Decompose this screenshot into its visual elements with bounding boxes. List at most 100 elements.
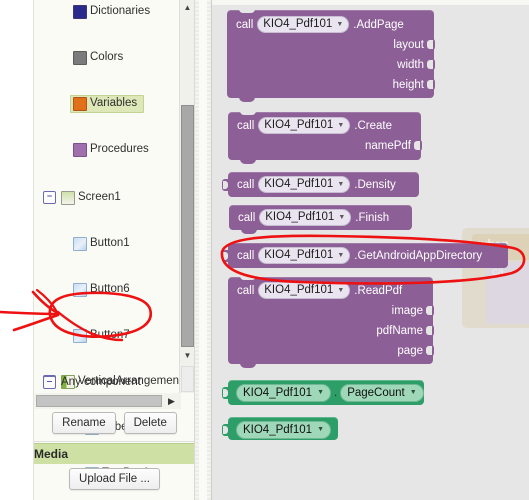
builtin-blocks-tree: Dictionaries Colors Variables Procedures… bbox=[34, 0, 189, 481]
chevron-down-icon: ▼ bbox=[338, 214, 346, 221]
chevron-down-icon: ▼ bbox=[337, 122, 345, 129]
sidebar-item-label: Variables bbox=[90, 96, 138, 109]
socket-image[interactable] bbox=[426, 304, 434, 317]
component-dropdown[interactable]: KIO4_Pdf101 ▼ bbox=[258, 176, 351, 193]
sidebar-item-colors[interactable]: Colors bbox=[34, 46, 179, 69]
components-sidebar: Dictionaries Colors Variables Procedures… bbox=[33, 0, 195, 500]
component-dropdown[interactable]: KIO4_Pdf101 ▼ bbox=[257, 16, 350, 33]
canvas-top-padding bbox=[212, 0, 529, 5]
sidebar-item-any-component[interactable]: ‒ Any component bbox=[34, 371, 179, 393]
socket-height[interactable] bbox=[427, 78, 435, 91]
block-addpage[interactable]: call KIO4_Pdf101 ▼ .AddPage layout width… bbox=[227, 9, 435, 102]
block-method-name: .Density bbox=[354, 178, 396, 191]
property-dropdown[interactable]: PageCount ▼ bbox=[340, 383, 424, 402]
sidebar-item-variables[interactable]: Variables bbox=[34, 92, 179, 115]
component-dropdown[interactable]: KIO4_Pdf101 ▼ bbox=[258, 247, 351, 264]
sidebar-vertical-scrollbar[interactable]: ▲ ▼ bbox=[179, 0, 194, 393]
chevron-down-icon: ▼ bbox=[337, 287, 345, 294]
scrollbar-corner bbox=[181, 366, 194, 392]
blocks-canvas[interactable]: when ca call KIO4_Pdf101 ▼ .AddPage layo… bbox=[211, 0, 529, 500]
rename-delete-button-row: Rename Delete bbox=[34, 408, 194, 438]
sidebar-item-dictionaries[interactable]: Dictionaries bbox=[34, 0, 179, 23]
panel-gutter-inner bbox=[199, 0, 207, 500]
component-dropdown-value: KIO4_Pdf101 bbox=[263, 18, 333, 30]
block-keyword: call bbox=[236, 18, 254, 31]
sidebar-item-label: Screen1 bbox=[78, 190, 121, 203]
left-margin-strip bbox=[0, 0, 33, 500]
block-keyword: call bbox=[237, 249, 255, 262]
block-bottom-notch bbox=[239, 97, 255, 102]
block-method-name: .ReadPdf bbox=[354, 284, 403, 297]
component-dropdown-value: KIO4_Pdf101 bbox=[264, 119, 334, 131]
socket-page[interactable] bbox=[426, 344, 434, 357]
block-keyword: call bbox=[237, 119, 255, 132]
sidebar-item-procedures[interactable]: Procedures bbox=[34, 138, 179, 161]
component-dropdown[interactable]: KIO4_Pdf101 ▼ bbox=[258, 117, 351, 134]
block-keyword: call bbox=[238, 211, 256, 224]
socket-label-page: page bbox=[397, 345, 423, 357]
expander-minus-icon[interactable]: − bbox=[43, 191, 56, 204]
block-left-plug bbox=[222, 250, 229, 262]
dictionaries-icon bbox=[73, 4, 87, 19]
block-density[interactable]: call KIO4_Pdf101 ▼ .Density bbox=[222, 172, 419, 197]
socket-label-namepdf: namePdf bbox=[364, 140, 411, 152]
block-method-name: .AddPage bbox=[353, 18, 404, 31]
screenshot-root: Dictionaries Colors Variables Procedures… bbox=[0, 0, 529, 500]
sidebar-item-button7[interactable]: Button7 bbox=[34, 324, 179, 347]
component-dropdown[interactable]: KIO4_Pdf101 ▼ bbox=[236, 420, 331, 439]
rename-button[interactable]: Rename bbox=[52, 412, 116, 434]
block-method-name: .GetAndroidAppDirectory bbox=[354, 249, 483, 262]
socket-label-height: height bbox=[392, 79, 424, 91]
sidebar-item-button1[interactable]: Button1 bbox=[34, 232, 179, 255]
block-create[interactable]: call KIO4_Pdf101 ▼ .Create namePdf bbox=[228, 111, 422, 164]
block-readpdf[interactable]: call KIO4_Pdf101 ▼ .ReadPdf image pdfNam… bbox=[228, 276, 434, 368]
expander-minus-icon[interactable]: ‒ bbox=[43, 375, 56, 389]
hscrollbar-thumb[interactable] bbox=[36, 395, 162, 407]
procedures-icon bbox=[73, 142, 87, 157]
component-dropdown-value: KIO4_Pdf101 bbox=[265, 211, 335, 223]
sidebar-item-label: Colors bbox=[90, 50, 124, 63]
component-dropdown-value: KIO4_Pdf101 bbox=[264, 249, 334, 261]
property-separator: . bbox=[334, 386, 338, 399]
sidebar-item-button6[interactable]: Button6 bbox=[34, 278, 179, 301]
block-bottom-notch bbox=[240, 363, 256, 368]
component-dropdown-value: KIO4_Pdf101 bbox=[264, 178, 334, 190]
socket-pdfname[interactable] bbox=[426, 324, 434, 337]
block-pagecount-getter[interactable]: KIO4_Pdf101 ▼ . PageCount ▼ bbox=[222, 380, 424, 405]
component-dropdown-value: KIO4_Pdf101 bbox=[243, 386, 313, 399]
block-getandroidappdirectory[interactable]: call KIO4_Pdf101 ▼ .GetAndroidAppDirecto… bbox=[222, 243, 508, 268]
scroll-down-icon[interactable]: ▼ bbox=[180, 348, 194, 363]
chevron-down-icon: ▼ bbox=[317, 425, 324, 433]
sidebar-item-label: Button7 bbox=[90, 328, 130, 341]
block-left-plug bbox=[222, 387, 229, 399]
block-finish[interactable]: call KIO4_Pdf101 ▼ .Finish bbox=[229, 205, 412, 234]
component-dropdown[interactable]: KIO4_Pdf101 ▼ bbox=[258, 282, 351, 299]
block-left-plug bbox=[222, 424, 229, 436]
block-bottom-notch bbox=[240, 159, 256, 164]
sidebar-item-screen1[interactable]: − Screen1 bbox=[34, 186, 179, 209]
sidebar-item-label: Procedures bbox=[90, 142, 149, 155]
block-left-plug bbox=[222, 179, 229, 191]
block-top-notch bbox=[240, 276, 256, 280]
scrollbar-thumb[interactable] bbox=[181, 105, 194, 347]
component-dropdown[interactable]: KIO4_Pdf101 ▼ bbox=[236, 383, 331, 402]
block-keyword: call bbox=[237, 284, 255, 297]
sidebar-horizontal-scrollbar[interactable]: ▶ bbox=[34, 393, 181, 409]
socket-label-layout: layout bbox=[393, 39, 424, 51]
socket-label-image: image bbox=[391, 305, 423, 317]
delete-button[interactable]: Delete bbox=[123, 412, 177, 434]
socket-width[interactable] bbox=[427, 58, 435, 71]
component-dropdown[interactable]: KIO4_Pdf101 ▼ bbox=[259, 209, 352, 226]
scroll-up-icon[interactable]: ▲ bbox=[180, 0, 194, 15]
socket-layout[interactable] bbox=[427, 38, 435, 51]
chevron-down-icon: ▼ bbox=[409, 388, 417, 396]
socket-namepdf[interactable] bbox=[414, 139, 422, 152]
colors-icon bbox=[73, 50, 87, 65]
media-header-label: Media bbox=[34, 446, 69, 461]
scroll-right-icon[interactable]: ▶ bbox=[165, 394, 178, 408]
upload-file-button[interactable]: Upload File ... bbox=[69, 468, 160, 490]
block-bottom-notch bbox=[241, 229, 257, 234]
block-component-reference[interactable]: KIO4_Pdf101 ▼ bbox=[222, 417, 338, 440]
component-dropdown-value: KIO4_Pdf101 bbox=[264, 284, 334, 296]
chevron-down-icon: ▼ bbox=[337, 181, 345, 188]
